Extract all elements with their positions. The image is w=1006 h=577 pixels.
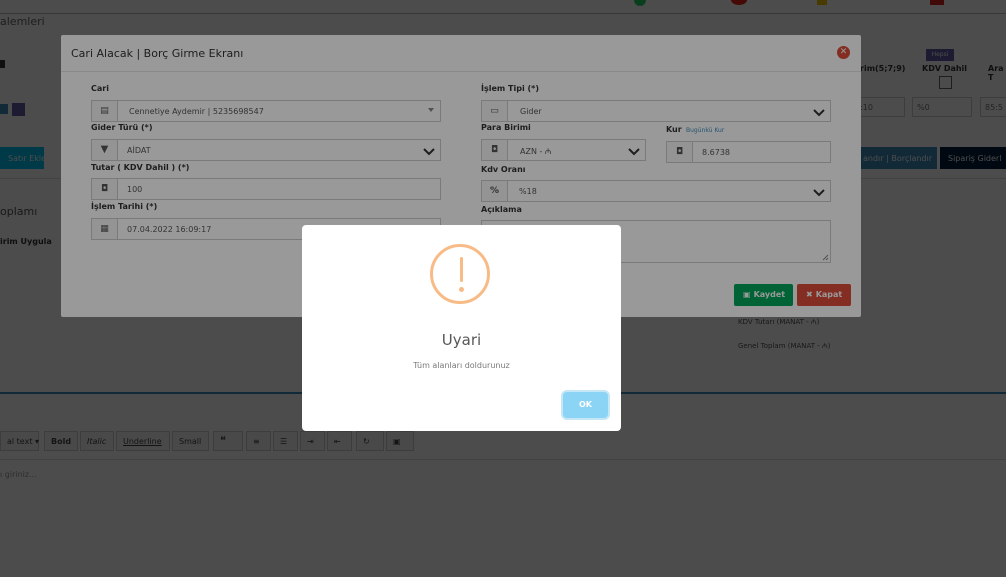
- warning-icon: [430, 244, 490, 304]
- alert-text: Tüm alanları doldurunuz: [413, 361, 510, 370]
- alert-title: Uyari: [441, 331, 482, 349]
- warning-dot: [459, 287, 464, 292]
- ok-button[interactable]: OK: [563, 392, 608, 418]
- warning-bar: [460, 257, 463, 282]
- warning-alert-dialog: Uyari Tüm alanları doldurunuz OK: [302, 225, 621, 431]
